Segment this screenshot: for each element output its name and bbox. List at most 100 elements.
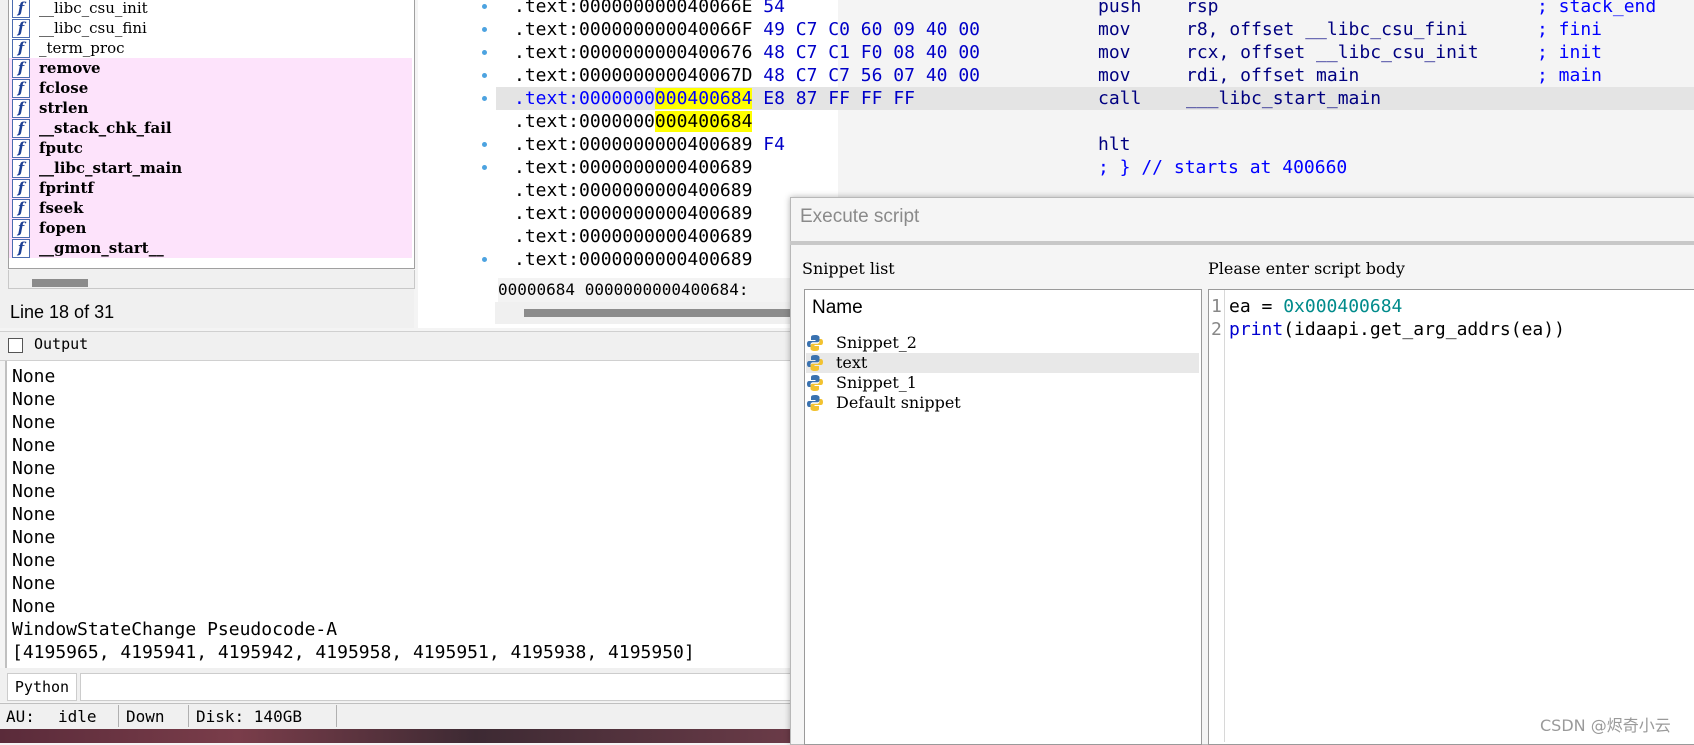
output-header bbox=[0, 331, 792, 361]
address: .text:0000000000400676 bbox=[514, 42, 753, 63]
operands[interactable]: rcx, offset __libc_csu_init bbox=[1186, 41, 1479, 64]
disasm-line[interactable]: .text:0000000000400689 bbox=[514, 179, 752, 202]
disasm-line[interactable]: .text:0000000000400684 bbox=[514, 110, 753, 133]
script-editor[interactable] bbox=[1208, 289, 1694, 745]
function-f-icon: f bbox=[12, 179, 30, 198]
disasm-line[interactable]: .text:0000000000400689 bbox=[514, 248, 752, 271]
opcode-bytes: F4 bbox=[763, 134, 785, 155]
address: .text:0000000000400689 bbox=[514, 157, 753, 178]
output-line: None bbox=[12, 389, 56, 410]
address-prefix: .text:0000000 bbox=[514, 88, 655, 109]
flow-dot bbox=[482, 257, 487, 262]
output-line: None bbox=[12, 573, 56, 594]
output-line: None bbox=[12, 412, 56, 433]
disk-space: Disk: 140GB bbox=[196, 707, 302, 726]
disasm-line[interactable]: .text:0000000000400684 E8 87 FF FF FF bbox=[514, 87, 915, 110]
disasm-hscroll-thumb[interactable] bbox=[524, 309, 796, 317]
output-line: None bbox=[12, 435, 56, 456]
line-number-gutter bbox=[1209, 290, 1225, 742]
operands[interactable]: r8, offset __libc_csu_fini bbox=[1186, 18, 1468, 41]
comment: ; main bbox=[1537, 65, 1603, 86]
disasm-line[interactable]: .text:0000000000400689 bbox=[514, 202, 752, 225]
function-f-icon: f bbox=[12, 159, 30, 178]
function-row[interactable]: f remove bbox=[9, 58, 412, 78]
output-line: None bbox=[12, 458, 56, 479]
dialog-title-separator bbox=[790, 241, 1694, 245]
function-name: fprintf bbox=[39, 179, 94, 197]
function-f-icon: f bbox=[12, 219, 30, 238]
code-line-2[interactable]: print(idaapi.get_arg_addrs(ea)) bbox=[1229, 318, 1565, 341]
output-title: Output bbox=[34, 335, 89, 353]
function-row[interactable]: f _term_proc bbox=[9, 38, 412, 58]
python-language-button[interactable]: Python bbox=[7, 673, 77, 701]
mnemonic: hlt bbox=[1098, 134, 1131, 155]
function-f-icon: f bbox=[12, 199, 30, 218]
function-f-icon: f bbox=[12, 0, 30, 18]
snippet-name-column-header[interactable]: Name bbox=[812, 297, 863, 319]
line-info: Line 18 of 31 bbox=[10, 302, 115, 322]
opcode-bytes: 48 C7 C7 56 07 40 00 bbox=[763, 65, 981, 86]
flow-dot bbox=[482, 27, 487, 32]
output-line: None bbox=[12, 550, 56, 571]
line-number: 2 bbox=[1211, 319, 1222, 340]
output-line: None bbox=[12, 481, 56, 502]
output-line: [4195965, 4195941, 4195942, 4195958, 419… bbox=[12, 642, 695, 663]
address: .text:0000000000400689 bbox=[514, 134, 753, 155]
function-name: __libc_csu_fini bbox=[39, 19, 147, 37]
function-row[interactable]: f fopen bbox=[9, 218, 412, 238]
function-row[interactable]: f __libc_csu_fini bbox=[9, 18, 412, 38]
disasm-line[interactable]: .text:000000000040067D 48 C7 C7 56 07 40… bbox=[514, 64, 980, 87]
disasm-line[interactable]: .text:0000000000400689 bbox=[514, 225, 752, 248]
flow-dot bbox=[482, 142, 487, 147]
mnemonic: call bbox=[1098, 88, 1142, 109]
disasm-status: 00000684 0000000000400684: bbox=[498, 278, 798, 302]
function-row[interactable]: f __gmon_start__ bbox=[9, 238, 412, 258]
snippet-name: text bbox=[836, 353, 868, 372]
functions-hscroll-thumb[interactable] bbox=[32, 279, 88, 287]
function-row[interactable]: f strlen bbox=[9, 98, 412, 118]
function-name: __stack_chk_fail bbox=[39, 119, 172, 137]
operands[interactable]: rsp bbox=[1186, 0, 1219, 18]
disasm-line[interactable]: .text:0000000000400689 bbox=[514, 156, 752, 179]
python-icon bbox=[806, 334, 824, 352]
code-hex-literal: 0x000400684 bbox=[1283, 296, 1403, 317]
python-command-input[interactable] bbox=[80, 673, 792, 701]
search-direction: Down bbox=[126, 707, 165, 726]
disasm-line[interactable]: .text:000000000040066E 54 bbox=[514, 0, 785, 18]
address: .text:000000000040067D bbox=[514, 65, 753, 86]
functions-list[interactable]: f __libc_csu_init f __libc_csu_fini f _term_p… bbox=[8, 0, 415, 269]
operands[interactable]: ___libc_start_main bbox=[1186, 87, 1381, 110]
operands[interactable]: rdi, offset main bbox=[1186, 64, 1359, 87]
output-line: None bbox=[12, 366, 56, 387]
function-row[interactable]: f __stack_chk_fail bbox=[9, 118, 412, 138]
function-row[interactable]: f fclose bbox=[9, 78, 412, 98]
code-keyword: print bbox=[1229, 319, 1284, 340]
python-icon bbox=[806, 354, 824, 372]
snippet-name: Snippet_1 bbox=[836, 373, 917, 392]
disasm-line[interactable]: .text:0000000000400676 48 C7 C1 F0 08 40… bbox=[514, 41, 980, 64]
address-prefix: .text:0000000 bbox=[514, 111, 655, 132]
output-window-icon bbox=[8, 338, 23, 353]
function-row[interactable]: f fprintf bbox=[9, 178, 412, 198]
status-separator bbox=[188, 705, 189, 727]
function-row[interactable]: f __libc_start_main bbox=[9, 158, 412, 178]
function-f-icon: f bbox=[12, 119, 30, 138]
function-row[interactable]: f fseek bbox=[9, 198, 412, 218]
status-separator bbox=[118, 705, 119, 727]
disasm-line[interactable]: .text:000000000040066F 49 C7 C0 60 09 40… bbox=[514, 18, 980, 41]
snippet-name: Snippet_2 bbox=[836, 333, 917, 352]
function-row[interactable]: f fputc bbox=[9, 138, 412, 158]
function-f-icon: f bbox=[12, 39, 30, 58]
function-name: remove bbox=[39, 59, 101, 77]
code-line-1[interactable]: ea = 0x000400684 bbox=[1229, 295, 1402, 318]
address: .text:0000000000400689 bbox=[514, 203, 753, 224]
output-line: None bbox=[12, 596, 56, 617]
python-icon bbox=[806, 394, 824, 412]
function-name: _term_proc bbox=[39, 39, 125, 57]
opcode-bytes: 54 bbox=[763, 0, 785, 17]
function-f-icon: f bbox=[12, 239, 30, 258]
disasm-line[interactable]: .text:0000000000400689 F4 bbox=[514, 133, 785, 156]
code-assign: ea = bbox=[1229, 296, 1284, 317]
function-name: fopen bbox=[39, 219, 87, 237]
function-row[interactable]: f __libc_csu_init bbox=[9, 0, 412, 18]
